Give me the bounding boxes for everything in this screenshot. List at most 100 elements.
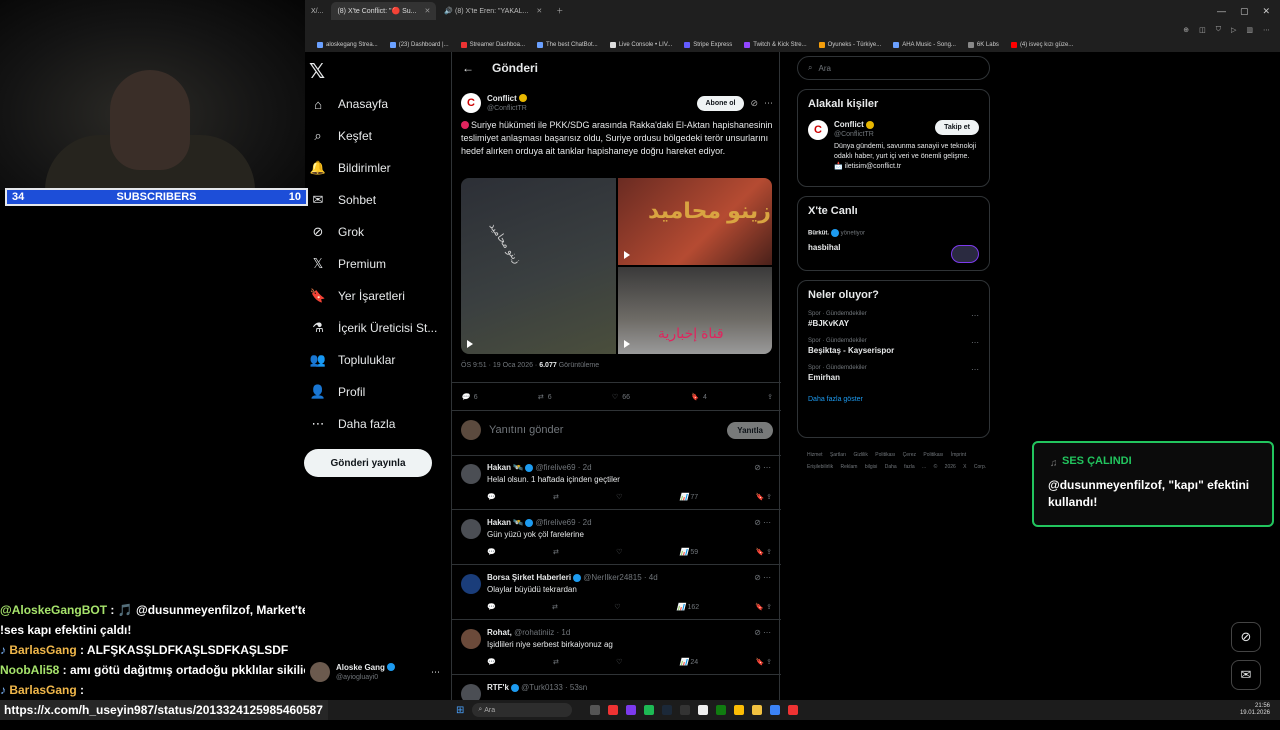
more-icon[interactable]: ⋯ (431, 667, 440, 678)
reply-item[interactable]: Hakan 🛰️ @firelive69 · 2d ⊘ ⋯ Helal olsu… (452, 456, 781, 510)
views-button[interactable]: 📊 162 (677, 603, 699, 611)
taskbar-search-input[interactable]: ⌕ Ara (472, 703, 573, 717)
views-button[interactable]: 📊 24 (680, 658, 698, 666)
menu-icon[interactable]: ⋯ (1263, 26, 1270, 34)
follow-button[interactable]: Takip et (935, 120, 979, 135)
bookmark[interactable]: Stripe Express (684, 42, 732, 48)
related-person[interactable]: C Conflict @ConflictTR Takip et (808, 120, 979, 140)
new-tab-button[interactable]: ＋ (550, 2, 569, 20)
play-icon[interactable]: ▷ (1231, 26, 1236, 34)
tweet-time[interactable]: ÖS 9:51 · 19 Oca 2026 · (461, 362, 539, 369)
bookmark[interactable]: Oyuneks - Türkiye... (818, 42, 881, 48)
more-icon[interactable]: ⋯ (971, 365, 979, 374)
maximize-icon[interactable]: ▢ (1240, 6, 1249, 17)
steam-icon[interactable] (662, 705, 673, 715)
reply-handle[interactable]: @firelive69 · 2d (535, 463, 591, 472)
shield-icon[interactable]: ⛉ (1216, 26, 1221, 34)
grok-icon[interactable]: ⊘ (750, 98, 758, 109)
bookmark[interactable]: (23) Dashboard |... (389, 42, 449, 48)
media-video[interactable]: زينو محاميد (461, 178, 616, 354)
nav-item-communities[interactable]: 👥 Topluluklar (310, 344, 437, 376)
extension-icon[interactable]: ◫ (1199, 26, 1206, 34)
file-explorer-icon[interactable] (752, 705, 763, 715)
related-handle[interactable]: @ConflictTR (834, 130, 929, 139)
opera-gx-icon[interactable] (788, 705, 799, 715)
chrome-icon[interactable] (734, 705, 745, 715)
more-icon[interactable]: ⋯ (971, 311, 979, 320)
heart-icon[interactable]: ♡ (616, 493, 622, 501)
reply-submit-button[interactable]: Yanıtla (727, 421, 773, 439)
footer-links[interactable]: Hizmet Şartları Gizlilik Politikası Çere… (807, 449, 987, 473)
bookmark-icon[interactable]: 🔖 ⇪ (755, 603, 772, 611)
discord-icon[interactable] (626, 705, 637, 715)
obs-icon[interactable] (698, 705, 709, 715)
avatar[interactable]: C (461, 93, 481, 113)
trend-item[interactable]: Spor · Gündemdekiler Beşiktaş - Kayserisp… (808, 338, 979, 355)
nav-item-premium[interactable]: 𝕏 Premium (310, 248, 437, 280)
subscribe-button[interactable]: Abone ol (696, 95, 745, 111)
repost-icon[interactable]: ⇄ (553, 548, 559, 556)
avatar[interactable] (461, 464, 481, 484)
avatar[interactable] (461, 629, 481, 649)
search-input[interactable]: ⌕ Ara (797, 56, 990, 80)
author-handle[interactable]: @ConflictTR (487, 104, 527, 113)
reply-button[interactable]: 💬 6 (461, 390, 478, 404)
live-on-x-card[interactable]: X'te Canlı Bürküt. yönetiyor hasbihal (797, 196, 990, 271)
back-arrow-icon[interactable]: ← (462, 61, 474, 75)
avatar[interactable] (461, 519, 481, 539)
grok-fab-button[interactable]: ⊘ (1231, 622, 1261, 652)
taskbar-clock[interactable]: 21:56 19.01.2026 (1240, 703, 1280, 717)
repost-button[interactable]: ⇄ 6 (538, 390, 552, 404)
nav-item-explore[interactable]: ⌕ Keşfet (310, 120, 437, 152)
avatar[interactable] (461, 574, 481, 594)
more-icon[interactable]: ⊘ ⋯ (754, 628, 771, 637)
bookmark-icon[interactable]: 🔖 ⇪ (755, 658, 772, 666)
nav-item-home[interactable]: ⌂ Anasayfa (310, 88, 437, 120)
nav-item-messages[interactable]: ✉ Sohbet (310, 184, 437, 216)
author-name[interactable]: Conflict (487, 94, 527, 104)
nav-item-profile[interactable]: 👤 Profil (310, 376, 437, 408)
x-logo-icon[interactable]: 𝕏 (309, 59, 325, 84)
more-icon[interactable]: ⋯ (764, 98, 773, 109)
close-window-icon[interactable]: ✕ (1262, 6, 1270, 17)
reply-author[interactable]: Hakan 🛰️ (487, 463, 523, 472)
more-icon[interactable]: ⊘ ⋯ (754, 573, 771, 582)
reply-author[interactable]: Hakan 🛰️ (487, 518, 523, 527)
reply-handle[interactable]: @Turk0133 · 53sn (521, 683, 587, 692)
bookmark-icon[interactable]: 🔖 ⇪ (755, 548, 772, 556)
views-button[interactable]: 📊 59 (680, 548, 698, 556)
heart-icon[interactable]: ♡ (616, 658, 622, 666)
reply-author[interactable]: Borsa Şirket Haberleri (487, 573, 571, 582)
more-icon[interactable]: ⊘ ⋯ (754, 463, 771, 472)
avatar[interactable]: C (808, 120, 828, 140)
bookmark[interactable]: Live Console • LIV... (609, 42, 672, 48)
spotify-icon[interactable] (644, 705, 655, 715)
reply-author[interactable]: Rohat, (487, 628, 512, 637)
show-more-link[interactable]: Daha fazla göster (808, 396, 979, 403)
bookmark[interactable]: Twitch & Kick Stre... (744, 42, 807, 48)
nav-item-notifications[interactable]: 🔔 Bildirimler (310, 152, 437, 184)
xbox-icon[interactable] (716, 705, 727, 715)
opera-icon[interactable] (608, 705, 619, 715)
reply-icon[interactable]: 💬 (487, 493, 496, 501)
browser-tab[interactable]: X/... (305, 2, 329, 20)
bookmark[interactable]: 6K Labs (967, 42, 999, 48)
repost-icon[interactable]: ⇄ (553, 493, 559, 501)
media-video[interactable]: زينو محاميد (618, 178, 772, 265)
reply-handle[interactable]: @NerIlker24815 · 4d (583, 573, 657, 582)
reply-handle[interactable]: @rohatiniiz · 1d (514, 628, 570, 637)
messages-fab-button[interactable]: ✉ (1231, 660, 1261, 690)
bookmark-button[interactable]: 🔖 4 (690, 390, 707, 404)
nav-item-grok[interactable]: ⊘ Grok (310, 216, 437, 248)
close-icon[interactable]: ✕ (536, 7, 542, 15)
repost-icon[interactable]: ⇄ (553, 658, 559, 666)
zoom-icon[interactable]: ⊕ (1183, 26, 1189, 34)
views-button[interactable]: 📊 77 (680, 493, 698, 501)
post-button[interactable]: Gönderi yayınla (304, 449, 432, 477)
browser-tab[interactable]: 🔊 (8) X'te Eren: "YAKAL... ✕ (438, 2, 548, 20)
bookmark-icon[interactable]: 🔖 ⇪ (755, 493, 772, 501)
reply-icon[interactable]: 💬 (487, 548, 496, 556)
like-button[interactable]: ♡ 66 (612, 390, 630, 404)
reply-icon[interactable]: 💬 (487, 658, 496, 666)
heart-icon[interactable]: ♡ (614, 603, 620, 611)
